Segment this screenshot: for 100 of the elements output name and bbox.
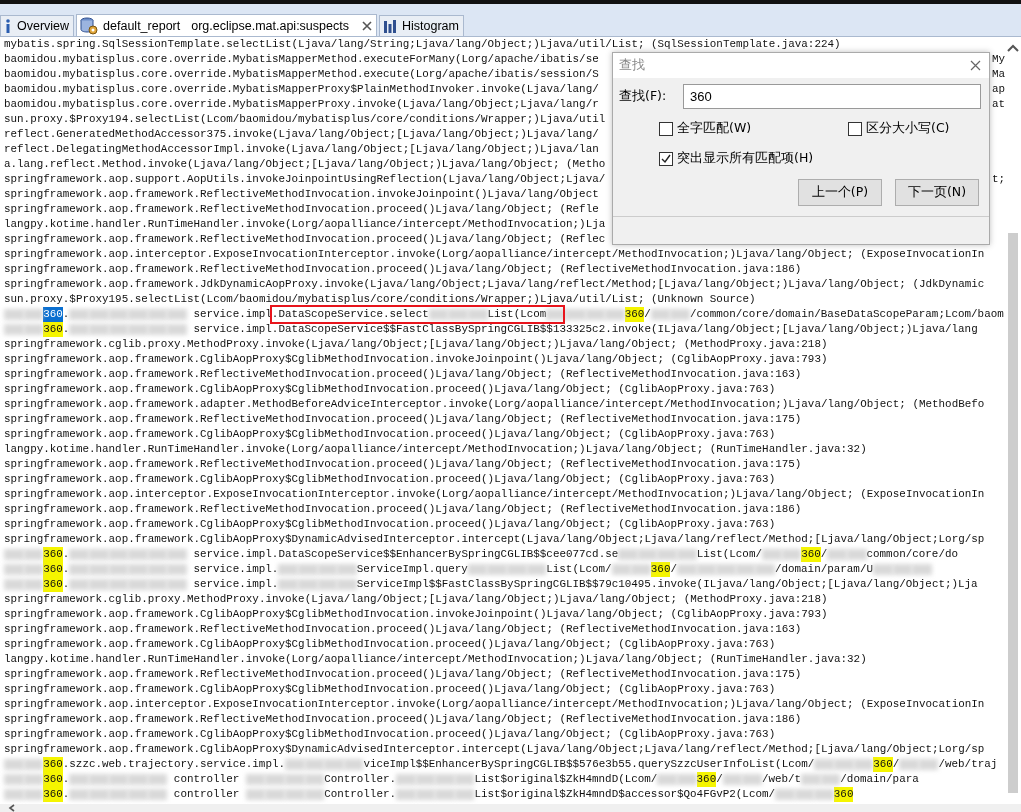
- blurred-text: [285, 759, 305, 770]
- scroll-up-icon[interactable]: [1007, 43, 1019, 53]
- blurred-text: [343, 759, 364, 770]
- code-text: t;: [991, 172, 1005, 187]
- code-line: springframework.aop.framework.CglibAopProxy$CglibMethodInvocation.proceed()Ljava/lang/Object; (CglibAopProxy.java:763): [4, 472, 776, 487]
- code-line: springframework.aop.framework.ReflectiveMethodInvocation.proceed()Ljava/lang/Object; (ReflectiveMethodInvocation.java:175): [4, 457, 802, 472]
- checkbox[interactable]: [659, 121, 673, 136]
- bar-chart-icon: [382, 19, 397, 33]
- code-line: springframework.aop.framework.ReflectiveMethodInvocation.proceed()Ljava/lang/Object; (Refle: [4, 202, 599, 217]
- blurred-text: [4, 324, 24, 335]
- code-line: springframework.aop.framework.ReflectiveMethodInvocation.proceed()Ljava/lang/Object; (ReflectiveMethodInvocation.java:175): [4, 412, 802, 427]
- search-match: 360: [43, 547, 63, 562]
- code-line: springframework.aop.framework.ReflectiveMethodInvocation.proceed()Ljava/lang/Object; (ReflectiveMethodInvocation.java:186): [4, 262, 802, 277]
- next-button[interactable]: 下一页(N): [895, 179, 979, 206]
- search-match: 360: [43, 562, 63, 577]
- blurred-text: [69, 564, 89, 575]
- code-text: /web/t: [761, 772, 802, 787]
- tab[interactable]: default_report org.eclipse.mat.api:suspects: [76, 14, 377, 36]
- blurred-text: [677, 549, 697, 560]
- blurred-text: [454, 774, 475, 785]
- code-text: ServiceImpl$$FastClassBySpringCGLIB$$79c10495.invoke(ILjava/lang/Object;[Ljava/lang/Object;)Lja: [356, 577, 978, 592]
- tab[interactable]: Overview: [0, 15, 75, 36]
- code-text: viceImpl$$EnhancerBySpringCGLIB$$576e3b55.querySzzcUserInfoList(Lcom/: [363, 757, 815, 772]
- blurred-text: [69, 549, 89, 560]
- code-text: Ma: [991, 67, 1005, 82]
- blurred-text: [618, 549, 638, 560]
- code-text: /: [670, 562, 677, 577]
- blurred-text: [526, 564, 547, 575]
- code-line: springframework.aop.framework.ReflectiveMethodInvocation.proceed()Ljava/lang/Object; (ReflectiveMethodInvocation.java:186): [4, 712, 802, 727]
- code-line: springframework.aop.framework.CglibAopProxy$CglibMethodInvocation.proceed()Ljava/lang/Object; (CglibAopProxy.java:763): [4, 382, 776, 397]
- code-line: sun.proxy.$Proxy194.selectList(Lcom/baomidou/mybatisplus/core/conditions/Wrapper;)Ljava/util: [4, 112, 606, 127]
- scroll-left-icon[interactable]: [8, 804, 15, 812]
- code-text: service.impl.: [192, 562, 279, 577]
- blurred-text: [23, 309, 44, 320]
- blurred-text: [912, 564, 932, 575]
- blurred-text: [245, 789, 266, 800]
- code-line: langpy.kotime.handler.RunTimeHandler.invoke(Lorg/aopalliance/intercept/MethodInvocation;)Ljava/lang/Object; (RunTimeHandler.java:32): [4, 652, 867, 667]
- checkbox-label[interactable]: 全字匹配(W): [677, 120, 752, 137]
- blurred-text: [801, 774, 821, 785]
- code-line: springframework.aop.framework.CglibAopProxy$CglibMethodInvocation.invokeJoinpoint()Ljava/lang/Object; (CglibAopProxy.java:793): [4, 607, 828, 622]
- code-line: langpy.kotime.handler.RunTimeHandler.invoke(Lorg/aopalliance/intercept/MethodInvocation;)Lja: [4, 217, 606, 232]
- code-line: springframework.aop.framework.ReflectiveMethodInvocation.proceed()Ljava/lang/Object; (ReflectiveMethodInvocation.java:186): [4, 502, 802, 517]
- code-text: List(Lcom/: [696, 547, 762, 562]
- close-icon[interactable]: [361, 20, 372, 31]
- blurred-text: [23, 759, 44, 770]
- search-match: 360: [43, 787, 63, 802]
- blurred-text: [69, 789, 89, 800]
- find-field[interactable]: 360: [683, 84, 981, 109]
- blurred-text: [4, 564, 24, 575]
- blurred-text: [762, 549, 782, 560]
- close-icon[interactable]: [970, 60, 981, 71]
- blurred-text: [167, 309, 187, 320]
- blurred-text: [899, 759, 919, 770]
- code-text: /: [892, 757, 900, 772]
- blurred-text: [781, 549, 802, 560]
- code-text: /: [716, 772, 723, 787]
- blurred-text: [23, 579, 44, 590]
- blurred-text: [467, 309, 488, 320]
- code-line: springframework.aop.interceptor.ExposeInvocationInterceptor.invoke(Lorg/aopalliance/intercept/MethodInvocation;)Ljava/lang/Object; (ExposeInvocationIn: [4, 697, 985, 712]
- blurred-text: [4, 549, 24, 560]
- checkbox-label[interactable]: 突出显示所有匹配项(H): [677, 150, 814, 167]
- blurred-text: [873, 564, 893, 575]
- blurred-text: [69, 309, 89, 320]
- checkbox[interactable]: [659, 151, 673, 166]
- code-text: /web/traj: [938, 757, 998, 772]
- blurred-text: [827, 549, 847, 560]
- code-text: .: [62, 772, 70, 787]
- search-match: 360: [873, 757, 893, 772]
- blurred-text: [23, 549, 44, 560]
- checkbox[interactable]: [848, 121, 862, 136]
- blurred-text: [69, 774, 89, 785]
- scrollbar-thumb[interactable]: [1008, 233, 1018, 793]
- blurred-text: [4, 789, 24, 800]
- blurred-text: [337, 579, 357, 590]
- code-line: springframework.aop.framework.ReflectiveMethodInvocation.proceed()Ljava/lang/Object; (ReflectiveMethodInvocation.java:163): [4, 622, 802, 637]
- code-line: springframework.aop.interceptor.ExposeInvocationInterceptor.invoke(Lorg/aopalliance/intercept/MethodInvocation;)Ljava/lang/Object; (ExposeInvocationIn: [4, 487, 985, 502]
- blurred-text: [396, 774, 416, 785]
- blurred-text: [278, 564, 298, 575]
- code-line: langpy.kotime.handler.RunTimeHandler.invoke(Lorg/aopalliance/intercept/MethodInvocation;)Ljava/lang/Object; (RunTimeHandler.java:32): [4, 442, 867, 457]
- blurred-text: [69, 324, 89, 335]
- code-line: springframework.aop.framework.CglibAopProxy$DynamicAdvisedInterceptor.intercept(Ljava/lang/Object;Ljava/lang/reflect/Method;[Ljava/lang/Object;Lorg/sp: [4, 532, 985, 547]
- blurred-text: [565, 309, 586, 320]
- blurred-text: [147, 774, 168, 785]
- code-line: springframework.aop.framework.CglibAopProxy$DynamicAdvisedInterceptor.intercept(Ljava/lang/Object;Ljava/lang/reflect/Method;[Ljava/lang/Object;Lorg/sp: [4, 742, 985, 757]
- code-text: .szzc.web.trajectory.service.impl.: [62, 757, 285, 772]
- previous-button[interactable]: 上一个(P): [798, 179, 882, 206]
- checkbox-label[interactable]: 区分大小写(C): [866, 120, 950, 137]
- tab[interactable]: Histogram: [378, 15, 464, 36]
- code-line: springframework.aop.framework.ReflectiveMethodInvocation.proceed()Ljava/lang/Object; (Reflec: [4, 232, 606, 247]
- code-line: springframework.aop.framework.CglibAopProxy$CglibMethodInvocation.invokeJoinpoint()Ljava/lang/Object; (CglibAopProxy.java:793): [4, 352, 828, 367]
- code-line: a.lang.reflect.Method.invoke(Ljava/lang/Object;[Ljava/lang/Object;)Ljava/lang/Object; (Metho: [4, 157, 606, 172]
- code-line: springframework.aop.framework.ReflectiveMethodInvocation.invokeJoinpoint()Ljava/lang/Object: [4, 187, 599, 202]
- search-match: 360: [43, 772, 63, 787]
- code-text: service.impl.DataScopeService$$FastClassBySpringCGLIB$$133325c2.invoke(ILjava/lang/Object;[Ljava/lang/Object;)Ljava/lang: [192, 322, 978, 337]
- blurred-text: [4, 759, 24, 770]
- code-text: service.impl.DataScopeService$$EnhancerBySpringCGLIB$$cee077cd.se: [192, 547, 619, 562]
- blurred-text: [722, 774, 743, 785]
- code-text: .: [62, 547, 70, 562]
- blurred-text: [650, 309, 671, 320]
- search-match: 360: [43, 307, 63, 322]
